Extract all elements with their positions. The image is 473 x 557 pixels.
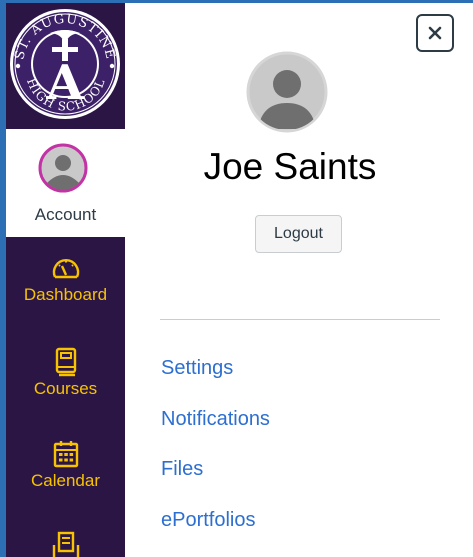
close-tray-button[interactable] — [416, 14, 454, 52]
nav-item-label: Courses — [33, 379, 98, 398]
settings-link[interactable]: Settings — [161, 357, 233, 380]
canvas-window: ST. AUGUSTINE HIGH SCHOOL A Account Dash… — [0, 0, 473, 557]
dashboard-icon — [52, 259, 79, 279]
user-name: Joe Saints — [203, 146, 377, 187]
nav-item-dashboard[interactable]: Dashboard — [6, 253, 125, 305]
tray-divider — [160, 319, 440, 320]
school-logo[interactable]: ST. AUGUSTINE HIGH SCHOOL A — [6, 3, 125, 129]
nav-item-label: Calendar — [31, 471, 100, 490]
notifications-link[interactable]: Notifications — [161, 408, 270, 431]
calendar-icon — [53, 441, 78, 468]
files-link[interactable]: Files — [161, 458, 203, 481]
global-nav: ST. AUGUSTINE HIGH SCHOOL A Account Dash… — [6, 3, 125, 557]
inbox-icon — [52, 531, 79, 557]
nav-account-label: Account — [34, 205, 97, 224]
eportfolios-link[interactable]: ePortfolios — [161, 509, 256, 532]
nav-item-inbox[interactable] — [6, 531, 125, 557]
profile-avatar-icon[interactable] — [246, 51, 328, 133]
avatar-icon — [38, 143, 88, 193]
nav-item-calendar[interactable]: Calendar — [6, 439, 125, 491]
nav-item-label: Dashboard — [23, 285, 108, 304]
close-icon — [428, 26, 442, 40]
seal-monogram: A — [45, 55, 84, 111]
school-seal-icon: ST. AUGUSTINE HIGH SCHOOL A — [10, 9, 120, 119]
nav-account[interactable]: Account — [6, 129, 125, 237]
logout-button[interactable]: Logout — [255, 215, 342, 253]
courses-icon — [55, 347, 76, 377]
nav-item-courses[interactable]: Courses — [6, 347, 125, 399]
